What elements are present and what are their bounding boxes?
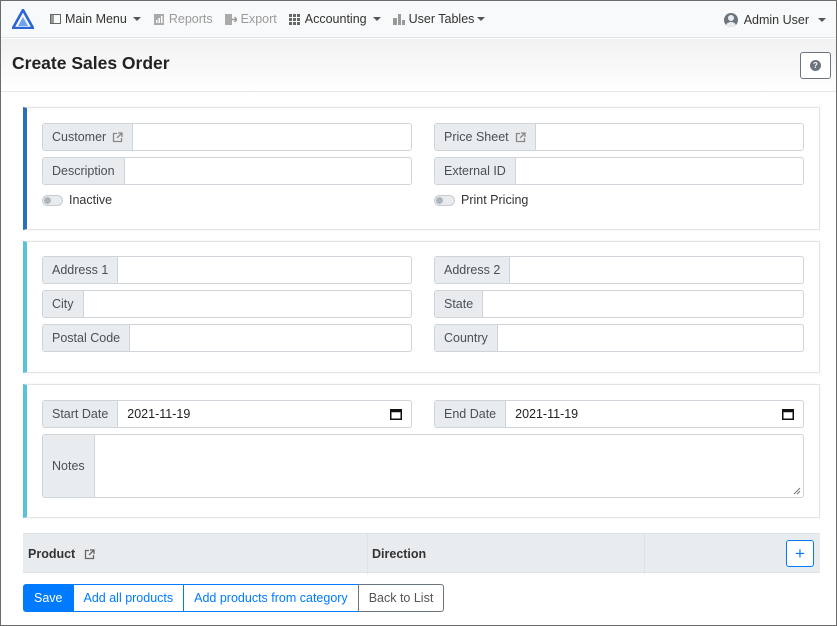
nav-reports-label: Reports [168, 12, 213, 26]
inactive-label: Inactive [69, 193, 113, 207]
product-table-header: Product Direction + [23, 533, 820, 574]
add-product-button[interactable]: + [786, 540, 814, 567]
state-label: State [435, 291, 484, 317]
sidebar-icon [49, 13, 61, 25]
calendar-icon[interactable] [782, 408, 794, 420]
country-field[interactable]: Country [434, 324, 804, 352]
postal-code-input[interactable] [130, 325, 411, 351]
address1-field[interactable]: Address 1 [42, 256, 412, 284]
dates-card: Start Date 2021-11-19 End Date 2021-11-1… [23, 384, 820, 518]
column-divider [644, 534, 645, 574]
column-header-direction: Direction [372, 547, 427, 561]
print-pricing-label: Print Pricing [461, 193, 529, 207]
user-avatar-icon [723, 12, 738, 27]
postal-code-label: Postal Code [43, 325, 131, 351]
external-link-icon[interactable] [84, 548, 95, 560]
back-to-list-button[interactable]: Back to List [357, 584, 445, 612]
start-date-label: Start Date [43, 401, 119, 427]
start-date-input[interactable]: 2021-11-19 [118, 401, 390, 427]
action-button-group: Save Add all products Add products from … [23, 584, 445, 612]
chevron-down-icon [818, 17, 826, 22]
nav-reports[interactable]: Reports [153, 12, 213, 26]
end-date-label: End Date [435, 401, 507, 427]
external-id-field[interactable]: External ID [434, 157, 804, 185]
logo-triangle-icon [12, 9, 34, 29]
question-icon: ? [810, 60, 821, 71]
price-sheet-input[interactable] [536, 124, 803, 150]
state-input[interactable] [483, 291, 803, 317]
start-date-field[interactable]: Start Date 2021-11-19 [42, 400, 412, 428]
description-field[interactable]: Description [42, 157, 412, 185]
external-link-icon [113, 131, 123, 142]
nav-export[interactable]: Export [224, 12, 277, 26]
address-card: Address 1 City Postal Code Address 2 Sta… [23, 241, 820, 373]
city-field[interactable]: City [42, 290, 412, 318]
resize-handle-icon[interactable] [793, 487, 801, 495]
chevron-down-icon [372, 17, 381, 21]
country-label: Country [435, 325, 498, 351]
country-input[interactable] [498, 325, 803, 351]
toggle-switch-icon[interactable] [434, 194, 455, 206]
save-button[interactable]: Save [23, 584, 74, 612]
city-label: City [43, 291, 84, 317]
notes-textarea[interactable] [95, 435, 803, 497]
print-pricing-toggle[interactable]: Print Pricing [434, 193, 528, 207]
inactive-toggle[interactable]: Inactive [42, 193, 112, 207]
end-date-value: 2021-11-19 [515, 407, 579, 421]
add-from-category-button[interactable]: Add products from category [183, 584, 359, 612]
address2-field[interactable]: Address 2 [434, 256, 804, 284]
external-id-label: External ID [435, 158, 516, 184]
brand-logo[interactable] [12, 8, 34, 30]
city-input[interactable] [84, 291, 411, 317]
nav-user-tables-label: User Tables [408, 12, 475, 26]
calendar-icon[interactable] [390, 408, 402, 420]
address1-label: Address 1 [43, 257, 119, 283]
external-link-icon [515, 131, 526, 142]
grid-icon [289, 13, 301, 25]
postal-code-field[interactable]: Postal Code [42, 324, 412, 352]
customer-input[interactable] [133, 124, 411, 150]
top-navbar: Main Menu Reports Export Accounting User… [1, 1, 836, 38]
nav-main-menu-label: Main Menu [65, 12, 127, 26]
description-label: Description [43, 158, 125, 184]
price-sheet-field[interactable]: Price Sheet [434, 123, 804, 151]
report-icon [153, 13, 165, 25]
page-title: Create Sales Order [12, 53, 170, 73]
state-field[interactable]: State [434, 290, 804, 318]
nav-main-menu[interactable]: Main Menu [49, 12, 141, 26]
nav-export-label: Export [240, 12, 277, 26]
help-button[interactable]: ? [800, 52, 831, 79]
price-sheet-label[interactable]: Price Sheet [435, 124, 536, 150]
address1-input[interactable] [118, 257, 411, 283]
notes-label: Notes [43, 435, 95, 497]
end-date-input[interactable]: 2021-11-19 [506, 401, 782, 427]
notes-field[interactable]: Notes [42, 434, 804, 498]
external-id-input[interactable] [516, 158, 803, 184]
column-divider [367, 534, 368, 574]
user-menu-label: Admin User [743, 12, 809, 27]
customer-field[interactable]: Customer [42, 123, 412, 151]
description-input[interactable] [125, 158, 411, 184]
column-header-product[interactable]: Product [28, 534, 95, 574]
export-icon [224, 13, 237, 25]
customer-label[interactable]: Customer [43, 124, 134, 150]
toggle-switch-icon[interactable] [42, 194, 63, 206]
address2-label: Address 2 [435, 257, 511, 283]
address2-input[interactable] [510, 257, 803, 283]
nav-accounting[interactable]: Accounting [289, 12, 381, 26]
customer-card: Customer Description Inactive Price Shee… [23, 107, 820, 230]
nav-accounting-label: Accounting [304, 12, 367, 26]
chevron-down-icon [477, 17, 486, 21]
tables-icon [392, 13, 405, 25]
end-date-field[interactable]: End Date 2021-11-19 [434, 400, 804, 428]
page-header: Create Sales Order ? [1, 39, 836, 92]
add-all-products-button[interactable]: Add all products [72, 584, 185, 612]
nav-user-tables[interactable]: User Tables [392, 12, 486, 26]
user-menu[interactable]: Admin User [723, 1, 826, 38]
start-date-value: 2021-11-19 [127, 407, 191, 421]
chevron-down-icon [132, 17, 141, 21]
